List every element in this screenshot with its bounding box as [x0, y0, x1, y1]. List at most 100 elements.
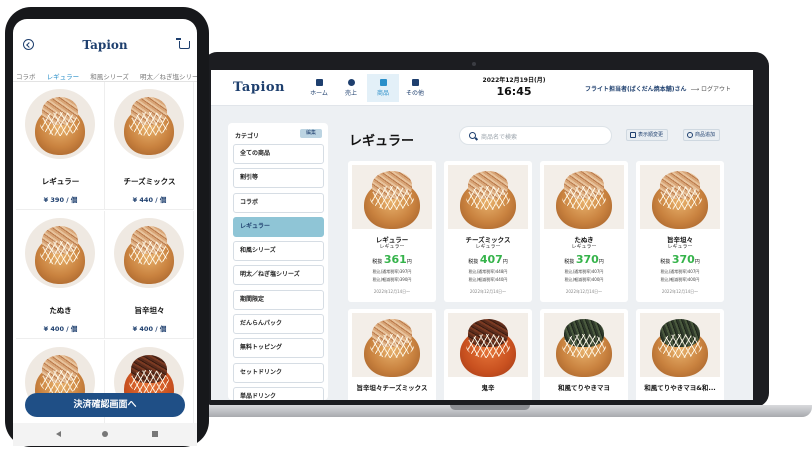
search-input[interactable]: 商品名で検索	[459, 126, 612, 145]
product-since: 2022年12月14日〜	[661, 289, 699, 294]
price-label: 税抜	[372, 259, 383, 265]
category-item[interactable]: コラボ	[233, 192, 324, 213]
price-eat-in: 税込(通常税率)448円	[468, 269, 508, 274]
logout-label: ログアウト	[701, 86, 732, 93]
cart-icon[interactable]	[176, 38, 190, 49]
nav-home-icon[interactable]	[102, 431, 108, 437]
app-header: Tapion ホーム 売上 商品 その他 2022年12月19日(月) 16:4…	[211, 70, 753, 106]
mobile-tab[interactable]: コラボ	[13, 69, 39, 81]
price-unit: 円	[694, 259, 700, 265]
nav-products[interactable]: 商品	[367, 74, 399, 102]
category-panel: カテゴリ 編集 全ての商品 割引等 コラボ レギュラー 和風シリーズ 明太／ねぎ…	[228, 123, 328, 400]
product-category: レギュラー	[475, 244, 501, 250]
product-since: 2022年12月14日〜	[469, 289, 507, 294]
price-takeout: 税込(軽減税率)400円	[660, 277, 700, 282]
product-image	[544, 313, 624, 377]
mobile-product-card[interactable]: レギュラー ¥ 390 / 個	[16, 82, 105, 210]
sales-clock-icon	[347, 79, 355, 86]
nav-back-icon[interactable]	[53, 431, 61, 437]
product-image	[640, 165, 720, 229]
category-edit-button[interactable]: 編集	[300, 129, 322, 138]
product-image	[352, 165, 432, 229]
product-price: 税抜 370円	[636, 253, 724, 266]
plus-circle-icon	[687, 132, 693, 138]
product-name: チーズミックス	[123, 177, 176, 186]
product-card[interactable]: たぬき レギュラー 税抜 370円 税込(通常税率)407円 税込(軽減税率)4…	[540, 161, 628, 302]
price-eat-in: 税込(通常税率)407円	[660, 269, 700, 274]
home-grid-icon	[315, 79, 323, 86]
takoyaki-photo	[35, 93, 85, 155]
category-item[interactable]: だんらんパック	[233, 314, 324, 335]
product-image	[114, 218, 184, 288]
nav-home-label: ホーム	[310, 90, 328, 97]
nav-sales[interactable]: 売上	[335, 74, 367, 102]
product-category: レギュラー	[667, 244, 693, 250]
category-item[interactable]: 割引等	[233, 168, 324, 189]
user-info: フライト担当者(ばくだん焼本舗)さん ⟶ ログアウト	[585, 84, 731, 93]
brand-logo[interactable]: Tapion	[233, 80, 285, 95]
product-price: ¥ 400 / 個	[132, 325, 167, 333]
product-name: 鬼辛	[481, 384, 495, 392]
add-product-button[interactable]: 商品追加	[683, 129, 721, 141]
product-name: 和風てりやきマヨ&和...	[644, 384, 716, 392]
mobile-product-card[interactable]: たぬき ¥ 400 / 個	[16, 211, 105, 339]
price-label: 税抜	[468, 259, 479, 265]
nav-home[interactable]: ホーム	[303, 74, 335, 102]
nav-recent-icon[interactable]	[152, 431, 158, 437]
mobile-tab-active[interactable]: レギュラー	[44, 69, 83, 81]
product-name: 旨辛坦々チーズミックス	[356, 384, 428, 392]
page-title: レギュラー	[349, 134, 415, 149]
nav-products-label: 商品	[376, 90, 389, 97]
mobile-product-card[interactable]: チーズミックス ¥ 440 / 個	[105, 82, 194, 210]
mobile-product-card[interactable]: 旨辛坦々 ¥ 400 / 個	[105, 211, 194, 339]
current-time: 16:45	[496, 85, 532, 98]
mobile-brand-logo: Tapion	[82, 38, 128, 52]
takoyaki-photo	[364, 315, 420, 377]
price-value: 370	[671, 253, 695, 266]
category-item[interactable]: 全ての商品	[233, 144, 324, 164]
category-item[interactable]: セットドリンク	[233, 362, 324, 383]
product-card[interactable]: 旨辛坦々 レギュラー 税抜 370円 税込(通常税率)407円 税込(軽減税率)…	[636, 161, 724, 302]
price-takeout: 税込(軽減税率)400円	[564, 277, 604, 282]
category-item-active[interactable]: レギュラー	[233, 216, 324, 237]
category-item[interactable]: 明太／ねぎ塩シリーズ	[233, 265, 324, 286]
product-card[interactable]: レギュラー レギュラー 税抜 361円 税込(通常税率)397円 税込(軽減税率…	[348, 161, 436, 302]
takoyaki-photo	[556, 315, 612, 377]
category-item[interactable]: 期間限定	[233, 289, 324, 310]
price-takeout: 税込(軽減税率)390円	[372, 277, 412, 282]
category-item[interactable]: 単品ドリンク	[233, 386, 324, 400]
reorder-label: 表示順変更	[638, 132, 664, 138]
add-product-label: 商品追加	[695, 132, 716, 138]
product-card[interactable]: 和風てりやきマヨ	[540, 309, 628, 400]
takoyaki-photo	[652, 167, 708, 229]
category-item[interactable]: 和風シリーズ	[233, 241, 324, 262]
mobile-category-tabs: コラボ レギュラー 和風シリーズ 明太／ねぎ塩シリー	[13, 64, 197, 82]
product-card[interactable]: 旨辛坦々チーズミックス	[348, 309, 436, 400]
logout-link[interactable]: ⟶ ログアウト	[691, 86, 732, 93]
takoyaki-photo	[124, 93, 174, 155]
product-image	[25, 218, 95, 288]
product-card[interactable]: チーズミックス レギュラー 税抜 407円 税込(通常税率)448円 税込(軽減…	[444, 161, 532, 302]
product-card[interactable]: 和風てりやきマヨ&和...	[636, 309, 724, 400]
product-card[interactable]: 鬼辛	[444, 309, 532, 400]
category-item[interactable]: 無料トッピング	[233, 338, 324, 359]
nav-other[interactable]: その他	[399, 74, 431, 102]
mobile-app: Tapion コラボ レギュラー 和風シリーズ 明太／ねぎ塩シリー レギュラー …	[13, 19, 197, 446]
more-box-icon	[411, 79, 419, 86]
product-since: 2022年12月14日〜	[373, 289, 411, 294]
price-eat-in: 税込(通常税率)407円	[564, 269, 604, 274]
product-image	[448, 313, 528, 377]
price-eat-in: 税込(通常税率)397円	[372, 269, 412, 274]
mobile-tab[interactable]: 明太／ねぎ塩シリー	[137, 69, 197, 81]
reorder-button[interactable]: 表示順変更	[626, 129, 669, 141]
device-mockup: Tapion ホーム 売上 商品 その他 2022年12月19日(月) 16:4…	[0, 0, 812, 449]
product-name: レギュラー	[41, 177, 80, 186]
price-unit: 円	[502, 259, 508, 265]
takoyaki-photo	[460, 167, 516, 229]
checkout-button[interactable]: 決済確認画面へ	[25, 393, 185, 417]
mobile-tab[interactable]: 和風シリーズ	[87, 69, 132, 81]
price-unit: 円	[406, 259, 412, 265]
price-value: 370	[575, 253, 599, 266]
product-price: 税抜 361円	[348, 253, 436, 266]
product-image	[352, 313, 432, 377]
